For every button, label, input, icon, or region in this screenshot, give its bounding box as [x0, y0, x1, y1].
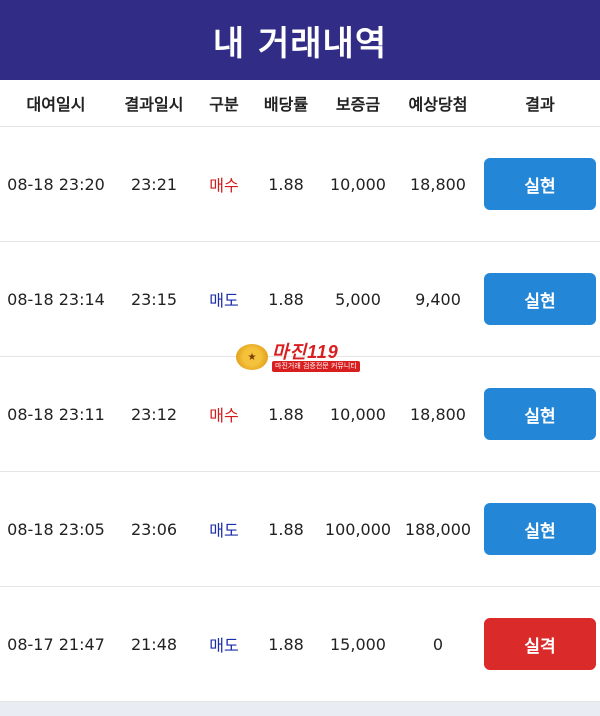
cell-start-time: 08-18 23:11	[7, 404, 105, 424]
cell-result: 실현	[480, 273, 600, 325]
cell-end-time: 23:21	[130, 174, 178, 194]
result-button[interactable]: 실현	[484, 158, 596, 210]
cell-type: 매도	[209, 291, 239, 310]
cell-rate: 1.88	[268, 634, 304, 654]
cell-end-time: 21:48	[130, 634, 178, 654]
cell-deposit: 5,000	[335, 289, 381, 309]
page-title: 내 거래내역	[212, 23, 388, 64]
watermark: ★ 마진119 마진거래 검증전문 커뮤니티	[236, 340, 366, 374]
column-header-type: 구분	[209, 95, 239, 114]
result-button[interactable]: 실격	[484, 618, 596, 670]
cell-expected: 188,000	[404, 519, 472, 539]
result-button[interactable]: 실현	[484, 388, 596, 440]
column-header-deposit: 보증금	[335, 95, 381, 114]
cell-start-time: 08-18 23:05	[7, 519, 105, 539]
cell-type: 매도	[209, 636, 239, 655]
column-header-result: 결과	[525, 95, 555, 114]
cell-expected: 9,400	[415, 289, 461, 309]
cell-type: 매수	[209, 176, 239, 195]
table-row: 08-18 23:20 23:21 매수 1.88 10,000 18,800 …	[0, 127, 600, 242]
trade-list: 08-18 23:20 23:21 매수 1.88 10,000 18,800 …	[0, 127, 600, 702]
cell-end-time: 23:15	[130, 289, 178, 309]
table-row: 08-18 23:11 23:12 매수 1.88 10,000 18,800 …	[0, 357, 600, 472]
bottom-strip	[0, 702, 600, 716]
cell-end-time: 23:12	[130, 404, 178, 424]
cell-start-time: 08-18 23:14	[7, 289, 105, 309]
column-header-start: 대여일시	[26, 95, 86, 114]
cell-expected: 0	[432, 634, 444, 654]
cell-deposit: 15,000	[330, 634, 386, 654]
cell-expected: 18,800	[410, 174, 466, 194]
cell-rate: 1.88	[268, 404, 304, 424]
column-header-rate: 배당률	[263, 95, 309, 114]
watermark-subtitle: 마진거래 검증전문 커뮤니티	[272, 360, 360, 372]
watermark-logo: 마진119	[272, 341, 339, 362]
cell-start-time: 08-17 21:47	[7, 634, 105, 654]
cell-deposit: 100,000	[324, 519, 392, 539]
cell-rate: 1.88	[268, 289, 304, 309]
table-row: 08-18 23:05 23:06 매도 1.88 100,000 188,00…	[0, 472, 600, 587]
table-header: 대여일시 결과일시 구분 배당률 보증금 예상당첨 결과	[0, 80, 600, 127]
cell-deposit: 10,000	[330, 174, 386, 194]
cell-expected: 18,800	[410, 404, 466, 424]
cell-end-time: 23:06	[130, 519, 178, 539]
column-header-end: 결과일시	[124, 95, 184, 114]
table-row: 08-17 21:47 21:48 매도 1.88 15,000 0 실격	[0, 587, 600, 702]
title-bar: 내 거래내역	[0, 0, 600, 80]
cell-rate: 1.88	[268, 174, 304, 194]
column-header-expected: 예상당첨	[408, 95, 468, 114]
watermark-text: 마진119 마진거래 검증전문 커뮤니티	[272, 343, 360, 372]
cell-type: 매수	[209, 406, 239, 425]
cell-result: 실격	[480, 618, 600, 670]
cell-rate: 1.88	[268, 519, 304, 539]
eagle-emblem-icon: ★	[236, 344, 268, 370]
cell-result: 실현	[480, 388, 600, 440]
cell-type: 매도	[209, 521, 239, 540]
cell-result: 실현	[480, 503, 600, 555]
result-button[interactable]: 실현	[484, 273, 596, 325]
cell-start-time: 08-18 23:20	[7, 174, 105, 194]
result-button[interactable]: 실현	[484, 503, 596, 555]
cell-deposit: 10,000	[330, 404, 386, 424]
cell-result: 실현	[480, 158, 600, 210]
